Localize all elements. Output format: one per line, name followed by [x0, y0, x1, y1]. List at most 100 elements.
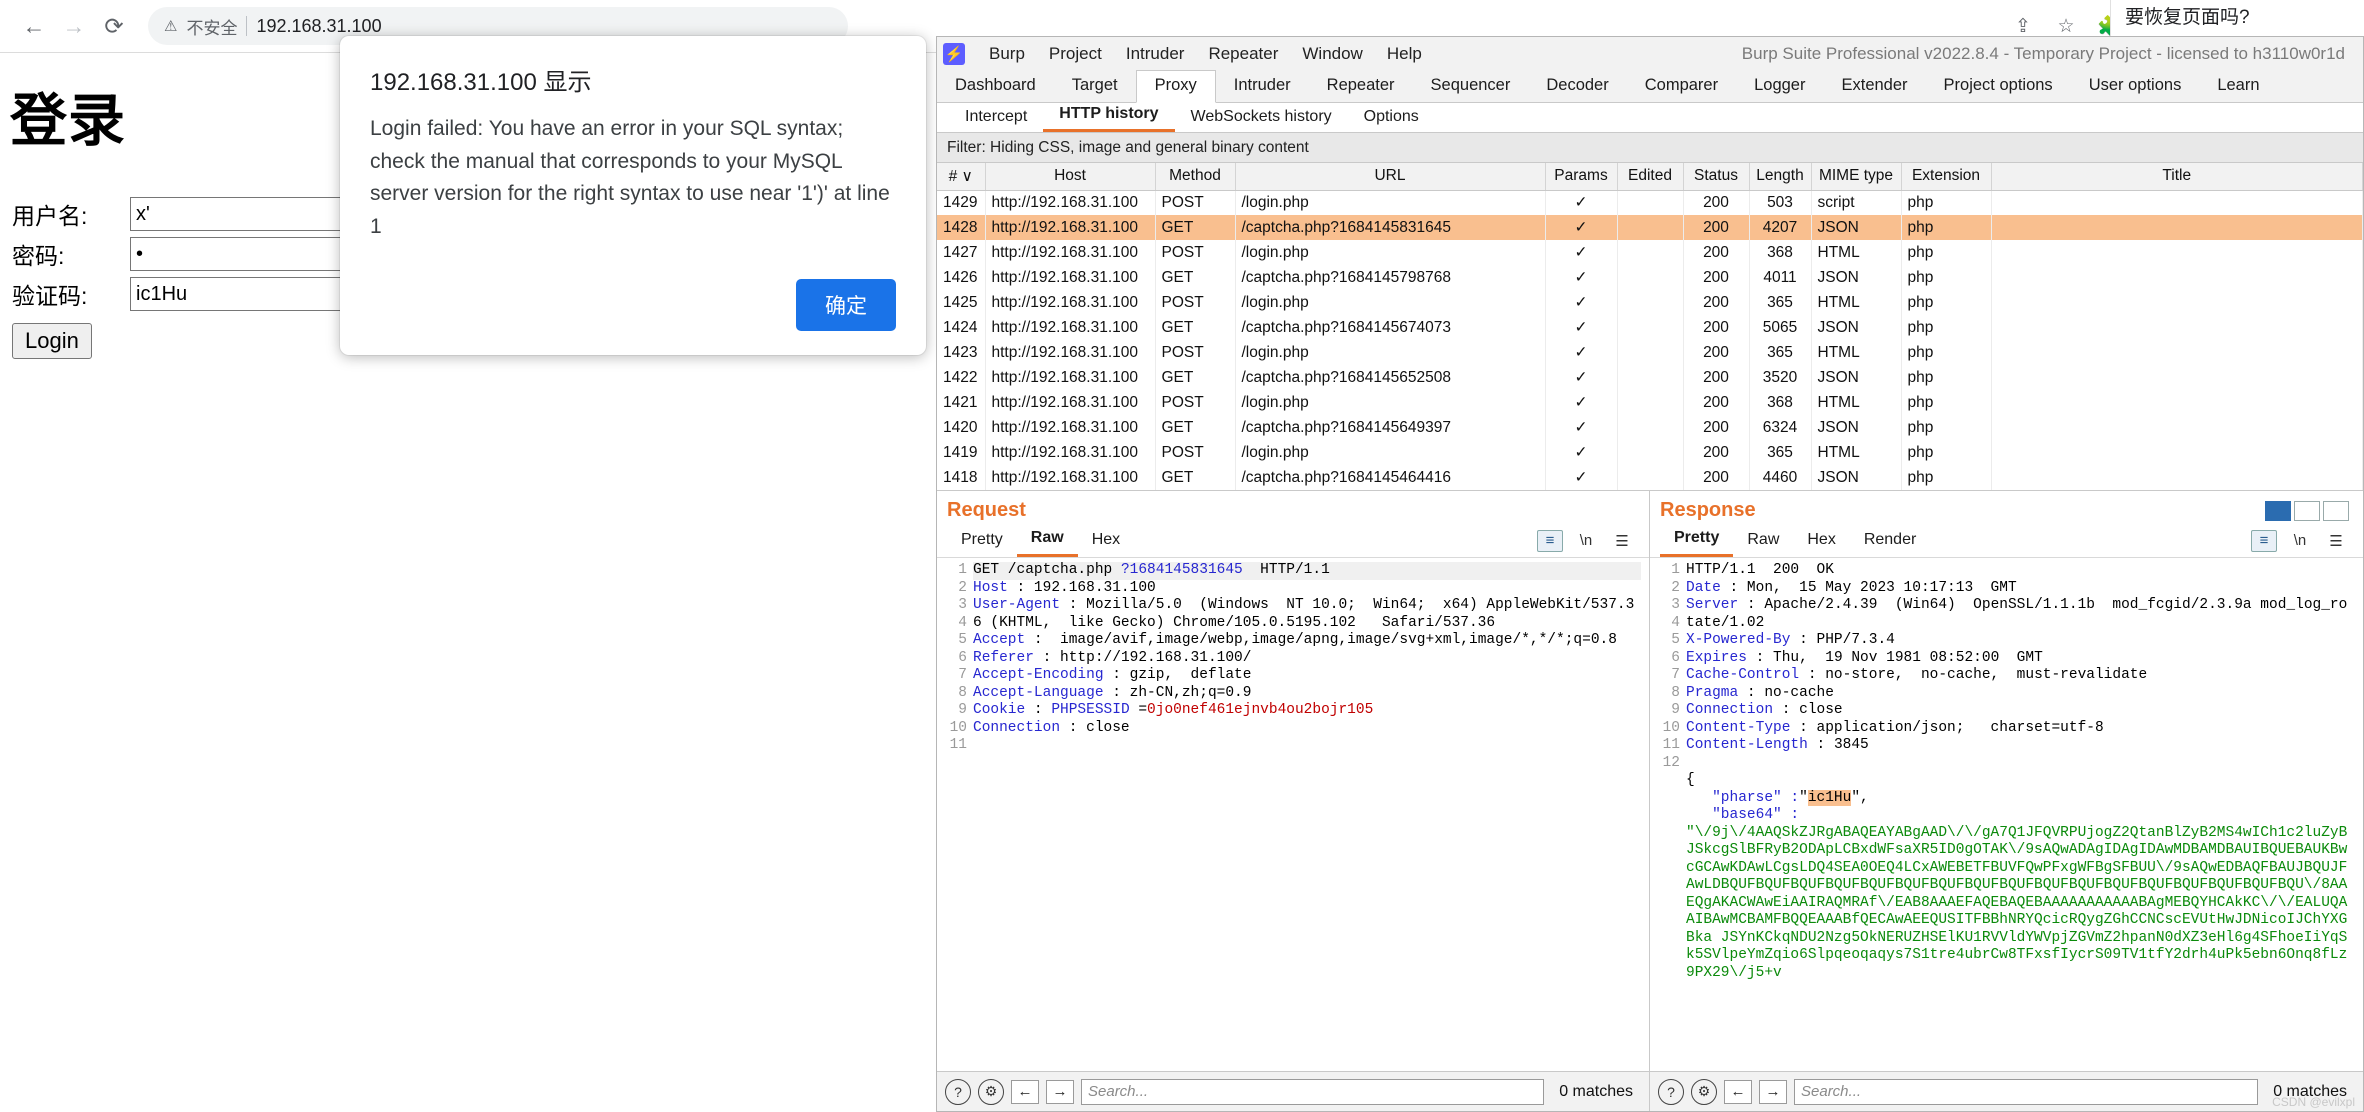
forward-icon[interactable]: →: [54, 6, 94, 46]
row-url: /captcha.php?1684145649397: [1235, 415, 1546, 440]
table-row[interactable]: 1423 http://192.168.31.100 POST/login.php ✓…: [937, 340, 2363, 365]
tab-user-options[interactable]: User options: [2071, 71, 2200, 102]
response-tab-raw[interactable]: Raw: [1733, 526, 1793, 556]
response-tab-pretty[interactable]: Pretty: [1660, 524, 1734, 557]
table-row[interactable]: 1421 http://192.168.31.100 POST/login.php ✓…: [937, 390, 2363, 415]
layout-vertical-split-icon[interactable]: [2265, 500, 2291, 521]
row-method: POST: [1155, 240, 1236, 265]
tab-comparer[interactable]: Comparer: [1627, 71, 1736, 102]
menu-window[interactable]: Window: [1290, 40, 1374, 68]
response-search-input[interactable]: Search...: [1794, 1078, 2259, 1105]
request-tab-raw[interactable]: Raw: [1016, 524, 1078, 557]
request-help-icon[interactable]: ?: [945, 1078, 971, 1105]
password-input[interactable]: [130, 237, 345, 271]
request-newline-icon[interactable]: \n: [1573, 530, 1599, 552]
col-host[interactable]: Host: [985, 163, 1156, 191]
table-row[interactable]: 1419 http://192.168.31.100 POST/login.php ✓…: [937, 440, 2363, 465]
username-input[interactable]: [130, 197, 345, 231]
table-row[interactable]: 1425 http://192.168.31.100 POST/login.php ✓…: [937, 290, 2363, 315]
row-mime-type: JSON: [1811, 215, 1902, 240]
login-button[interactable]: Login: [12, 323, 92, 359]
col-url[interactable]: URL: [1235, 163, 1546, 191]
tab-intruder[interactable]: Intruder: [1216, 71, 1309, 102]
menu-repeater[interactable]: Repeater: [1196, 40, 1290, 68]
restore-prompt-line1: 要恢复页面吗?: [2125, 7, 2250, 28]
request-settings-gear-icon[interactable]: ⚙: [978, 1078, 1004, 1105]
row-status: 200: [1683, 365, 1750, 390]
response-help-icon[interactable]: ?: [1658, 1078, 1684, 1105]
col-params[interactable]: Params: [1545, 163, 1618, 191]
row-host: http://192.168.31.100: [985, 290, 1156, 315]
request-find-next-icon[interactable]: →: [1046, 1079, 1074, 1104]
burp-main-tabs: Dashboard Target Proxy Intruder Repeater…: [937, 70, 2363, 103]
col-edited[interactable]: Edited: [1617, 163, 1684, 191]
watermark: CSDN @evilxpl: [2272, 1095, 2355, 1109]
response-find-prev-icon[interactable]: ←: [1724, 1079, 1752, 1104]
table-row[interactable]: 1418 http://192.168.31.100 GET/captcha.php…: [937, 465, 2363, 490]
row-mime-type: JSON: [1811, 265, 1902, 290]
row-title: [1991, 465, 2363, 490]
table-row[interactable]: 1427 http://192.168.31.100 POST/login.php ✓…: [937, 240, 2363, 265]
request-find-prev-icon[interactable]: ←: [1011, 1079, 1039, 1104]
response-settings-gear-icon[interactable]: ⚙: [1691, 1078, 1717, 1105]
tab-dashboard[interactable]: Dashboard: [937, 71, 1054, 102]
table-row[interactable]: 1429 http://192.168.31.100 POST/login.php ✓…: [937, 190, 2363, 215]
layout-single-pane-icon[interactable]: [2323, 500, 2349, 521]
table-row[interactable]: 1428 http://192.168.31.100 GET/captcha.php…: [937, 215, 2363, 240]
row-edited: [1617, 240, 1684, 265]
response-tab-render[interactable]: Render: [1850, 526, 1930, 556]
request-tab-hex[interactable]: Hex: [1078, 526, 1134, 556]
tab-learn[interactable]: Learn: [2199, 71, 2277, 102]
col-extension[interactable]: Extension: [1901, 163, 1992, 191]
subtab-intercept[interactable]: Intercept: [949, 104, 1043, 132]
tab-sequencer[interactable]: Sequencer: [1413, 71, 1529, 102]
col-method[interactable]: Method: [1155, 163, 1236, 191]
request-menu-icon[interactable]: ☰: [1609, 530, 1635, 552]
response-pretty-viewer[interactable]: 1 2 3 4 5 6 7 8 9 10 11 12 HTTP/1.1 200 OK Date : Mo…: [1650, 558, 2363, 1071]
reload-icon[interactable]: ⟳: [94, 6, 134, 46]
request-tab-pretty[interactable]: Pretty: [947, 526, 1017, 556]
tab-target[interactable]: Target: [1054, 71, 1136, 102]
response-newline-icon[interactable]: \n: [2287, 530, 2313, 552]
row-status: 200: [1683, 390, 1750, 415]
row-status: 200: [1683, 415, 1750, 440]
response-menu-icon[interactable]: ☰: [2323, 530, 2349, 552]
filter-bar[interactable]: Filter: Hiding CSS, image and general bi…: [937, 133, 2363, 163]
back-icon[interactable]: ←: [14, 6, 54, 46]
row-params: ✓: [1545, 265, 1618, 290]
col-status[interactable]: Status: [1683, 163, 1750, 191]
response-find-next-icon[interactable]: →: [1759, 1079, 1787, 1104]
tab-decoder[interactable]: Decoder: [1528, 71, 1626, 102]
not-secure-label: 不安全: [186, 18, 238, 38]
subtab-options[interactable]: Options: [1348, 104, 1435, 132]
col-mime-type[interactable]: MIME type: [1811, 163, 1902, 191]
subtab-websockets-history[interactable]: WebSockets history: [1175, 104, 1348, 132]
table-row[interactable]: 1420 http://192.168.31.100 GET/captcha.php…: [937, 415, 2363, 440]
col-title[interactable]: Title: [1991, 163, 2363, 191]
table-row[interactable]: 1424 http://192.168.31.100 GET/captcha.php…: [937, 315, 2363, 340]
col-number[interactable]: # ∨: [937, 163, 986, 191]
tab-logger[interactable]: Logger: [1736, 71, 1823, 102]
subtab-http-history[interactable]: HTTP history: [1043, 101, 1175, 132]
row-length: 6324: [1749, 415, 1812, 440]
menu-intruder[interactable]: Intruder: [1114, 40, 1197, 68]
response-tab-hex[interactable]: Hex: [1793, 526, 1849, 556]
dialog-ok-button[interactable]: 确定: [796, 279, 896, 332]
table-row[interactable]: 1422 http://192.168.31.100 GET/captcha.php…: [937, 365, 2363, 390]
menu-help[interactable]: Help: [1375, 40, 1434, 68]
request-raw-viewer[interactable]: 1 2 3 4 5 6 7 8 9 10 11 GET /captcha.php ?16841458…: [937, 558, 1649, 1071]
tab-extender[interactable]: Extender: [1823, 71, 1925, 102]
row-params: ✓: [1545, 440, 1618, 465]
tab-project-options[interactable]: Project options: [1926, 71, 2071, 102]
request-wrap-icon[interactable]: ≡: [1537, 529, 1563, 552]
response-wrap-icon[interactable]: ≡: [2251, 529, 2277, 552]
tab-proxy[interactable]: Proxy: [1135, 70, 1216, 103]
request-search-input[interactable]: Search...: [1081, 1078, 1545, 1105]
captcha-input[interactable]: [130, 277, 345, 311]
table-row[interactable]: 1426 http://192.168.31.100 GET/captcha.php…: [937, 265, 2363, 290]
menu-project[interactable]: Project: [1037, 40, 1114, 68]
layout-horizontal-split-icon[interactable]: [2294, 500, 2320, 521]
menu-burp[interactable]: Burp: [977, 40, 1037, 68]
col-length[interactable]: Length: [1749, 163, 1812, 191]
tab-repeater[interactable]: Repeater: [1309, 71, 1413, 102]
